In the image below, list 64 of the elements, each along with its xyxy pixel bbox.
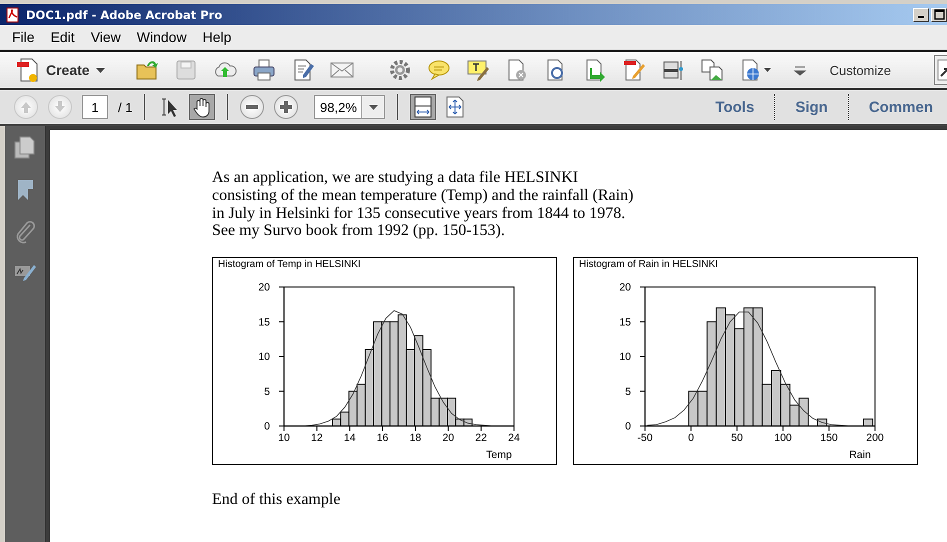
histogram-bar — [798, 398, 809, 427]
x-axis-label: Temp — [486, 449, 512, 462]
x-tick-label: 22 — [475, 432, 487, 444]
chart-title: Histogram of Temp in HELSINKI — [218, 259, 361, 270]
zoom-in-icon[interactable] — [274, 95, 298, 119]
pages-icon[interactable] — [14, 136, 36, 160]
pdf-icon — [5, 6, 21, 22]
menu-item[interactable]: Edit — [42, 29, 83, 45]
menu-item[interactable]: Help — [194, 29, 240, 45]
signature-icon[interactable] — [14, 262, 36, 284]
y-tick-label: 10 — [258, 351, 270, 364]
histogram-bar — [771, 370, 782, 427]
x-axis-label: Rain — [849, 449, 871, 462]
minimize-button[interactable] — [913, 8, 929, 22]
y-tick-label: 5 — [625, 386, 631, 398]
histogram-bar — [688, 391, 698, 427]
y-tick-label: 10 — [619, 351, 631, 364]
y-tick-label: 20 — [619, 282, 631, 294]
y-tick-label: 5 — [264, 386, 270, 398]
menu-item[interactable]: File — [4, 29, 43, 45]
y-tick-label: 0 — [625, 420, 631, 433]
x-tick-label: 20 — [442, 432, 454, 444]
hand-tool-icon[interactable] — [189, 94, 216, 120]
paragraph: As an application, we are studying a data file HELSINKI consisting of the mean temperature (Temp) and the rainfall (Rain) in July in Helsinki for 135 consecutive years from 1844 to 1978. See my Survo book from 1992 (pp. 150-153). — [212, 169, 634, 240]
zoom-out-icon[interactable] — [240, 95, 264, 119]
y-tick-label: 0 — [264, 420, 270, 433]
x-tick-label: -50 — [637, 432, 653, 444]
x-tick-label: 18 — [410, 432, 422, 444]
maximize-icon — [934, 9, 944, 20]
page-number-field[interactable]: 1 — [82, 95, 108, 119]
paragraph: End of this example — [212, 491, 342, 510]
x-tick-label: 200 — [866, 432, 884, 444]
pane-tab[interactable]: Tools — [701, 98, 768, 116]
x-tick-label: 24 — [508, 432, 520, 444]
zoom-dropdown[interactable]: 98,2% — [314, 95, 386, 119]
page-total: / 1 — [118, 100, 132, 114]
x-tick-label: 150 — [820, 432, 838, 444]
caret-icon — [368, 104, 378, 110]
x-tick-label: 16 — [376, 432, 388, 444]
menu-item[interactable]: View — [82, 29, 129, 45]
x-tick-label: 10 — [278, 432, 290, 444]
x-tick-label: 0 — [688, 432, 694, 444]
y-tick-label: 20 — [258, 282, 270, 294]
histogram-bar — [863, 418, 874, 427]
customize-button[interactable]: Customize — [830, 62, 892, 78]
x-tick-label: 12 — [311, 432, 323, 444]
x-tick-label: 100 — [774, 432, 792, 444]
caret-icon — [96, 68, 105, 72]
menu-item[interactable]: Window — [128, 29, 195, 45]
y-tick-label: 15 — [619, 316, 631, 328]
x-tick-label: 14 — [344, 432, 356, 444]
pane-tab[interactable]: Commen — [854, 98, 947, 116]
histogram-bar — [438, 398, 448, 427]
histogram-bar — [463, 418, 473, 427]
window-title: DOC1.pdf - Adobe Acrobat Pro — [26, 8, 222, 22]
y-tick-label: 15 — [258, 316, 270, 328]
paperclip-icon[interactable] — [14, 220, 36, 244]
fit-width-icon[interactable] — [410, 94, 436, 120]
create-button[interactable]: Create — [16, 57, 105, 83]
pane-tab[interactable]: Sign — [781, 98, 842, 116]
chart-title: Histogram of Rain in HELSINKI — [579, 259, 718, 270]
maximize-button[interactable] — [931, 8, 947, 22]
create-document-icon — [16, 57, 40, 83]
x-tick-label: 50 — [731, 432, 743, 444]
